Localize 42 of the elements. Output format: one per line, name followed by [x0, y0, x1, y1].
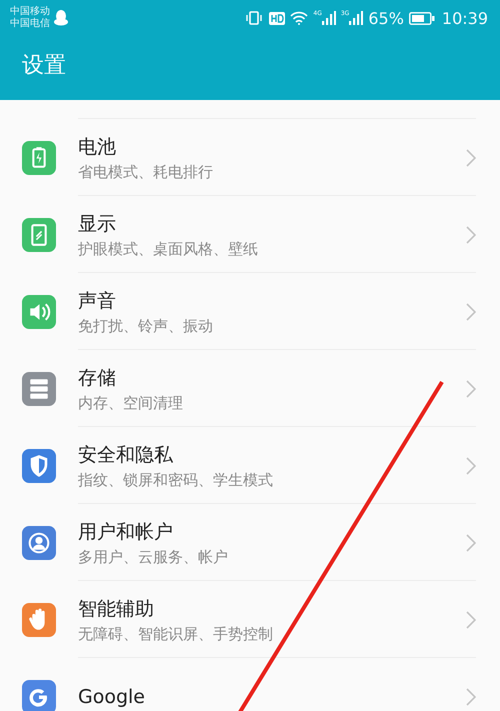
battery-icon	[408, 12, 435, 24]
battery-percent: 65%	[368, 8, 404, 28]
signal-icon	[349, 11, 364, 25]
signal-icon	[322, 11, 336, 25]
item-subtitle: 多用户、云服务、帐户	[78, 548, 228, 566]
item-title: 电池	[78, 134, 116, 160]
item-subtitle: 护眼模式、桌面风格、壁纸	[78, 240, 258, 258]
item-subtitle: 内存、空间清理	[78, 394, 183, 412]
settings-item[interactable]: 声音 免打扰、铃声、振动	[0, 273, 500, 350]
carrier-name: 中国移动	[10, 6, 50, 18]
chevron-icon	[466, 148, 476, 166]
settings-item[interactable]: 显示 护眼模式、桌面风格、壁纸	[0, 196, 500, 273]
item-subtitle: 省电模式、耗电排行	[78, 162, 213, 182]
chevron-icon	[466, 226, 476, 244]
settings-item[interactable]: 存储 内存、空间清理	[0, 350, 500, 427]
item-subtitle: 免打扰、铃声、振动	[78, 316, 213, 336]
wifi-icon	[290, 11, 308, 25]
item-title: 用户和帐户	[78, 520, 173, 544]
penguin-icon	[54, 10, 68, 26]
item-title: 安全和隐私	[78, 442, 173, 468]
item-title: 智能辅助	[78, 596, 154, 622]
chevron-icon	[466, 534, 476, 552]
settings-item[interactable]: 智能辅助 无障碍、智能识屏、手势控制	[0, 581, 500, 658]
carrier-name: 中国电信	[10, 18, 50, 30]
hd-icon	[269, 12, 286, 24]
settings-item[interactable]: 电池 省电模式、耗电排行	[0, 119, 500, 196]
chevron-icon	[466, 610, 476, 628]
item-subtitle: 无障碍、智能识屏、手势控制	[78, 624, 273, 644]
item-title: 显示	[78, 212, 116, 236]
page-title: 设置	[22, 52, 66, 80]
settings-item[interactable]: 安全和隐私 指纹、锁屏和密码、学生模式	[0, 427, 500, 504]
chevron-icon	[466, 688, 476, 706]
chevron-icon	[466, 380, 476, 398]
item-title: 声音	[78, 288, 116, 314]
chevron-icon	[466, 456, 476, 474]
settings-item[interactable]: 用户和帐户 多用户、云服务、帐户	[0, 504, 500, 581]
clock-time: 10:39	[442, 8, 488, 28]
item-title: Google	[78, 686, 146, 708]
chevron-icon	[466, 302, 476, 320]
item-subtitle: 指纹、锁屏和密码、学生模式	[78, 470, 273, 490]
vibrate-icon	[244, 11, 264, 25]
item-title: 存储	[78, 366, 116, 390]
